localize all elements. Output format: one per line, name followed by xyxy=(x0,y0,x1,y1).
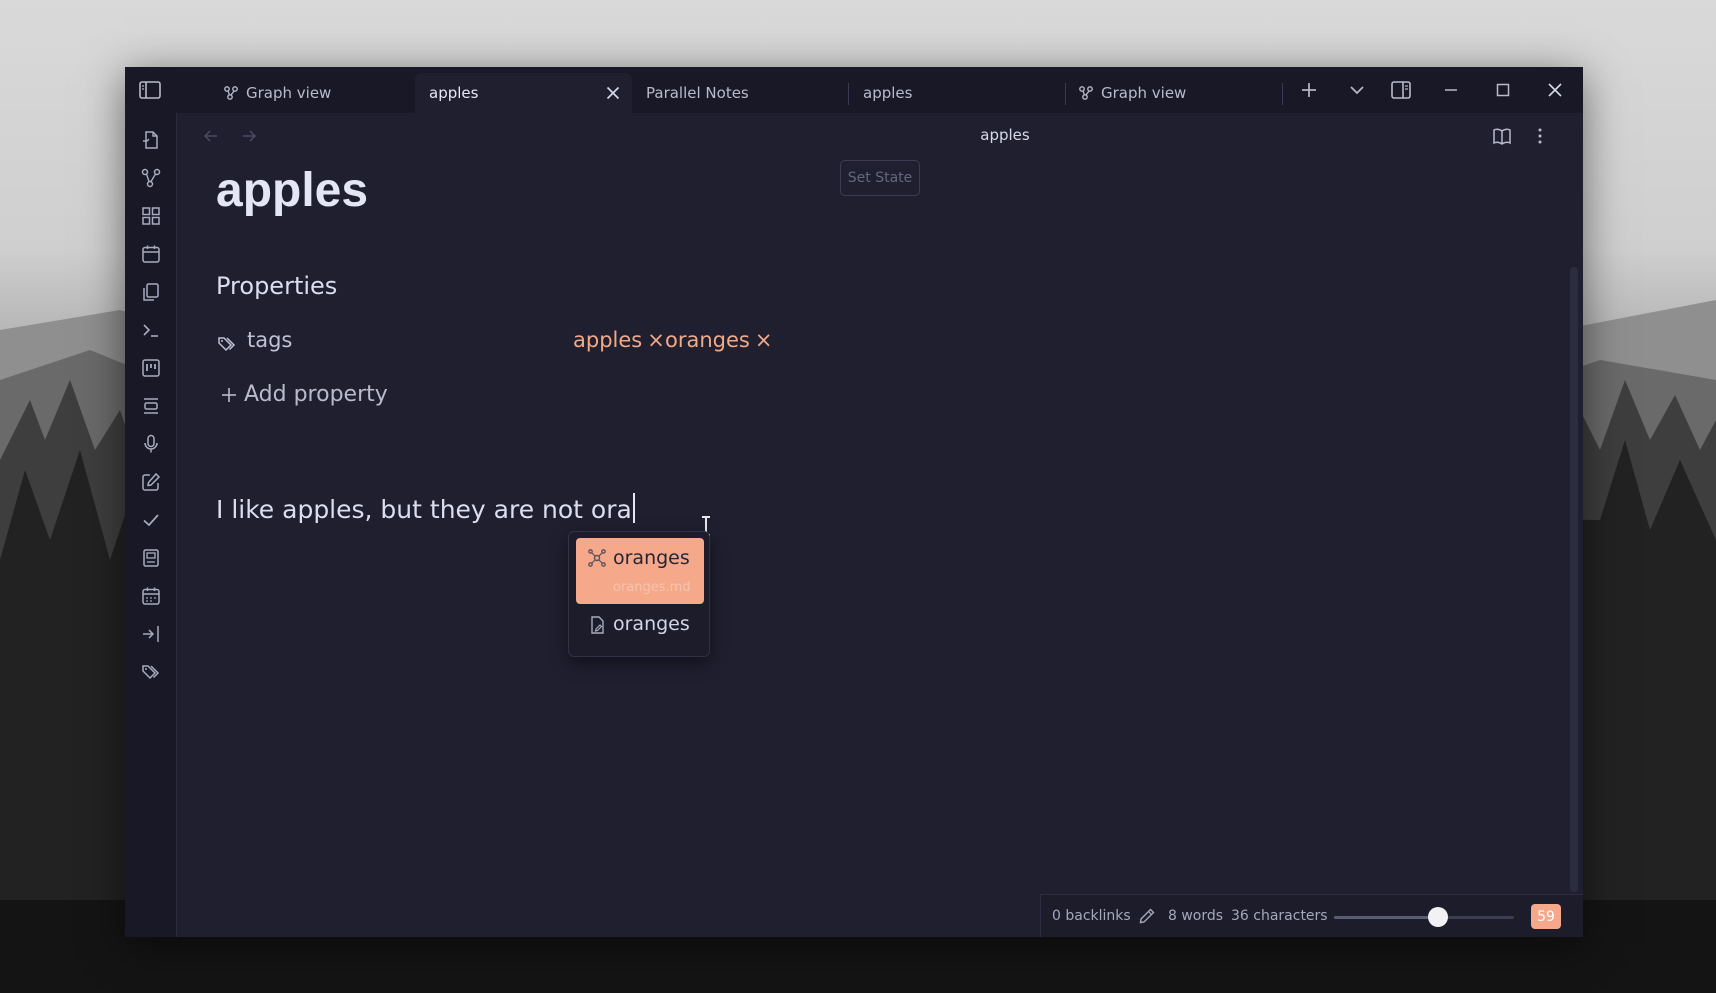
tab-separator xyxy=(1282,83,1283,105)
tags-property-icon[interactable] xyxy=(216,333,238,355)
editor-scrollbar[interactable] xyxy=(1570,267,1578,892)
status-badge[interactable]: 59 xyxy=(1531,904,1561,929)
tab-label: Parallel Notes xyxy=(646,84,749,102)
calendar-grid-icon[interactable] xyxy=(140,585,162,607)
tab-apples-active[interactable]: apples xyxy=(415,73,632,113)
status-slider[interactable] xyxy=(1334,916,1514,919)
suggestion-path: oranges.md xyxy=(613,580,691,595)
graph-node-icon xyxy=(587,548,607,568)
suggestion-label: oranges xyxy=(613,547,690,569)
canvas-icon[interactable] xyxy=(140,205,162,227)
graph-icon xyxy=(223,85,239,101)
microphone-icon[interactable] xyxy=(140,433,162,455)
forward-arrow-icon[interactable] xyxy=(239,126,259,146)
file-new-icon xyxy=(587,615,607,635)
character-count: 36 characters xyxy=(1231,908,1328,924)
remove-tag-icon[interactable]: × xyxy=(755,328,773,352)
tab-label: apples xyxy=(863,84,912,102)
close-tab-icon[interactable] xyxy=(604,84,622,102)
sign-in-arrow-icon[interactable] xyxy=(140,623,162,645)
suggestion-item[interactable]: oranges xyxy=(576,605,704,643)
properties-heading[interactable]: Properties xyxy=(216,272,337,300)
checkmark-icon[interactable] xyxy=(140,509,162,531)
tab-label: Graph view xyxy=(246,84,331,102)
sidebar-toggle-icon[interactable] xyxy=(137,77,163,103)
templates-copy-icon[interactable] xyxy=(140,281,162,303)
back-arrow-icon[interactable] xyxy=(201,126,221,146)
graph-icon xyxy=(1078,85,1094,101)
open-quick-switcher-icon[interactable] xyxy=(140,129,162,151)
tab-label: Graph view xyxy=(1101,84,1186,102)
suggestion-item-selected[interactable]: oranges oranges.md xyxy=(576,538,704,604)
link-suggestion-popup: oranges oranges.md oranges xyxy=(568,531,710,657)
align-center-icon[interactable] xyxy=(140,395,162,417)
left-ribbon xyxy=(125,113,177,937)
edit-note-icon[interactable] xyxy=(140,471,162,493)
right-sidebar-toggle-icon[interactable] xyxy=(1389,78,1413,102)
reading-view-book-icon[interactable] xyxy=(1491,125,1513,147)
new-tab-icon[interactable] xyxy=(1297,78,1321,102)
tags-icon[interactable] xyxy=(140,661,162,683)
tag-pill-apples[interactable]: apples× xyxy=(573,328,665,352)
command-palette-terminal-icon[interactable] xyxy=(140,319,162,341)
property-row-tags: tags apples× oranges× xyxy=(216,327,716,359)
tag-pill-oranges[interactable]: oranges× xyxy=(665,328,772,352)
plus-icon xyxy=(220,386,238,404)
tab-bar: Graph view apples Parallel Notes apples … xyxy=(125,67,1583,113)
graph-view-icon[interactable] xyxy=(140,167,162,189)
property-key[interactable]: tags xyxy=(247,328,292,352)
add-property-label: Add property xyxy=(244,382,388,407)
view-header-title[interactable]: apples xyxy=(825,126,1185,144)
tab-label: apples xyxy=(429,84,478,102)
tab-graph-view-2[interactable]: Graph view xyxy=(1066,73,1281,113)
editor-body-line[interactable]: I like apples, but they are not ora xyxy=(216,493,635,524)
tab-apples[interactable]: apples xyxy=(849,73,1064,113)
status-bar: 0 backlinks 8 words 36 characters 59 xyxy=(1040,894,1583,937)
tag-label: oranges xyxy=(665,328,750,352)
text-cursor xyxy=(633,493,635,523)
kanban-board-icon[interactable] xyxy=(140,357,162,379)
set-state-button[interactable]: Set State xyxy=(840,160,920,196)
more-options-icon[interactable] xyxy=(1529,125,1551,147)
editor-text: I like apples, but they are not ora xyxy=(216,495,632,524)
slider-knob[interactable] xyxy=(1428,907,1448,927)
tab-graph-view-1[interactable]: Graph view xyxy=(209,73,417,113)
backlinks-count[interactable]: 0 backlinks xyxy=(1052,908,1131,924)
app-window: Graph view apples Parallel Notes apples … xyxy=(125,67,1583,937)
word-count: 8 words xyxy=(1168,908,1223,924)
daily-note-calendar-icon[interactable] xyxy=(140,243,162,265)
tab-list-chevron-down-icon[interactable] xyxy=(1345,78,1369,102)
note-inline-title[interactable]: apples xyxy=(216,165,368,217)
maximize-icon[interactable] xyxy=(1491,78,1515,102)
slider-fill xyxy=(1334,916,1438,919)
add-property-button[interactable]: Add property xyxy=(220,382,388,407)
pencil-edit-mode-icon[interactable] xyxy=(1138,907,1156,925)
remove-tag-icon[interactable]: × xyxy=(647,328,665,352)
tab-parallel-notes[interactable]: Parallel Notes xyxy=(632,73,847,113)
suggestion-label: oranges xyxy=(613,613,690,635)
book-icon[interactable] xyxy=(140,547,162,569)
tag-label: apples xyxy=(573,328,642,352)
close-window-icon[interactable] xyxy=(1543,78,1567,102)
minimize-icon[interactable] xyxy=(1439,78,1463,102)
